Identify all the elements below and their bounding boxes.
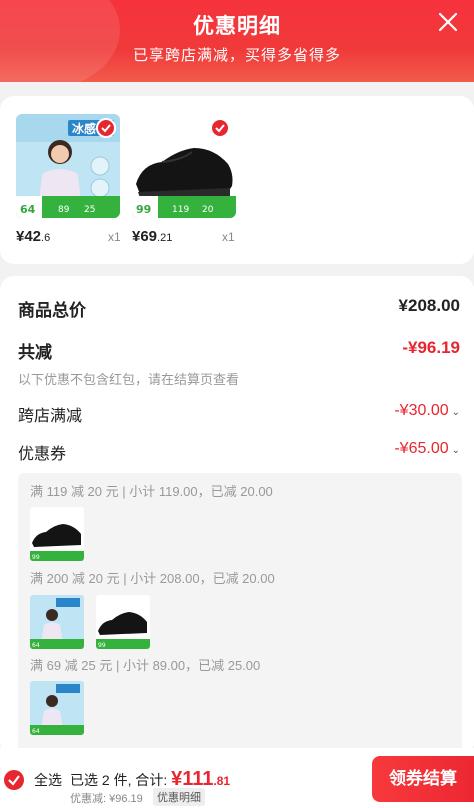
page-title: 优惠明细 <box>193 15 281 38</box>
coupon-amount: -¥65.00 ⌄ <box>394 440 460 457</box>
selection-summary: 已选 2 件, 合计: ¥111.81 <box>70 768 230 791</box>
page-subtitle: 已享跨店满减，买得多省得多 <box>132 47 341 64</box>
cross-store-amount: -¥30.00 ⌄ <box>394 402 460 419</box>
svg-text:99: 99 <box>98 642 106 649</box>
product-checkbox[interactable] <box>96 118 116 138</box>
checkout-button[interactable]: 领券结算 <box>372 756 474 802</box>
reduce-label: 共减 <box>18 343 52 362</box>
svg-text:20: 20 <box>202 205 214 215</box>
select-all-label[interactable]: 全选 <box>34 770 62 790</box>
svg-text:64: 64 <box>32 642 40 649</box>
product-image-tshirt[interactable]: 冰感 64 89 25 <box>16 114 120 218</box>
discount-detail-link[interactable]: 优惠明细 <box>153 788 205 806</box>
product-item[interactable]: 冰感 64 89 25 ¥42.6 x1 <box>16 114 124 245</box>
total-row: 商品总价 ¥208.00 <box>18 296 460 321</box>
products-card: 冰感 64 89 25 ¥42.6 x1 99 119 20 ¥69.21 x1 <box>0 96 474 264</box>
svg-text:119: 119 <box>172 205 189 215</box>
cross-store-label: 跨店满减 <box>18 408 83 425</box>
product-checkbox[interactable] <box>210 118 230 138</box>
checkout-bar: 全选 已选 2 件, 合计: ¥111.81 优惠减: ¥96.19 优惠明细 … <box>0 748 474 808</box>
svg-text:冰感: 冰感 <box>72 121 96 136</box>
reduce-value: -¥96.19 <box>402 338 460 357</box>
select-all-checkbox[interactable] <box>4 770 24 790</box>
svg-text:89: 89 <box>58 205 70 215</box>
svg-text:99: 99 <box>136 203 151 216</box>
close-icon[interactable] <box>436 10 460 34</box>
promo-rule: 满 200 减 20 元 | 小计 208.00，已减 20.00 <box>30 571 275 586</box>
order-total: ¥111.81 <box>171 768 231 790</box>
header-banner: 优惠明细 已享跨店满减，买得多省得多 <box>0 0 474 82</box>
discount-note: 以下优惠不包含红包，请在结算页查看 <box>18 372 240 387</box>
total-label: 商品总价 <box>18 301 86 320</box>
promo-rule: 满 69 减 25 元 | 小计 89.00，已减 25.00 <box>30 658 261 673</box>
product-item[interactable]: 99 119 20 ¥69.21 x1 <box>132 114 240 245</box>
svg-text:25: 25 <box>84 205 95 215</box>
mini-product-shoe: 99 <box>30 507 84 561</box>
reduce-row: 共减 -¥96.19 <box>18 338 460 363</box>
product-price: ¥69.21 <box>132 228 173 245</box>
discount-total: 优惠减: ¥96.19 <box>70 793 143 805</box>
svg-text:64: 64 <box>32 728 40 735</box>
product-quantity: x1 <box>222 230 235 244</box>
mini-product-tshirt: 64 <box>30 681 84 735</box>
coupon-row[interactable]: 优惠券 -¥65.00 ⌄ <box>18 440 460 464</box>
selected-count-text: 已选 2 件, 合计: <box>70 772 172 788</box>
coupon-label: 优惠券 <box>18 446 67 463</box>
cross-store-row[interactable]: 跨店满减 -¥30.00 ⌄ <box>18 402 460 426</box>
promo-rule: 满 119 减 20 元 | 小计 119.00，已减 20.00 <box>30 484 273 499</box>
product-quantity: x1 <box>108 230 121 244</box>
svg-text:64: 64 <box>20 203 36 216</box>
product-price: ¥42.6 <box>16 228 51 245</box>
chevron-down-icon[interactable]: ⌄ <box>452 445 460 456</box>
summary-card: 商品总价 ¥208.00 共减 -¥96.19 以下优惠不包含红包，请在结算页查… <box>0 276 474 763</box>
mini-product-shoe: 99 <box>96 595 150 649</box>
promotion-rules-panel: 满 119 减 20 元 | 小计 119.00，已减 20.00 99 满 2… <box>18 473 462 763</box>
chevron-down-icon[interactable]: ⌄ <box>452 407 460 418</box>
product-image-shoe[interactable]: 99 119 20 <box>132 114 236 218</box>
mini-product-tshirt: 64 <box>30 595 84 649</box>
svg-text:99: 99 <box>32 554 40 561</box>
total-value: ¥208.00 <box>398 296 460 315</box>
